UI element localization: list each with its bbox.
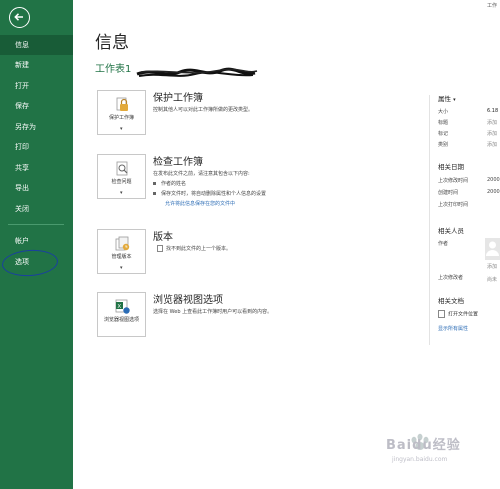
bullet-text: 作者的姓名	[161, 181, 187, 187]
watermark-url: jingyan.baidu.com	[392, 456, 448, 463]
last-modified-by-value: 尚未	[487, 277, 498, 283]
section-title: 浏览器视图选项	[153, 295, 223, 306]
nav-info[interactable]: 信息	[0, 35, 73, 55]
date-value: 2000	[487, 177, 500, 183]
allow-save-info-link[interactable]: 允许将此信息保存在您的文件中	[165, 200, 235, 207]
nav-close[interactable]: 关闭	[0, 199, 73, 219]
folder-icon	[438, 310, 445, 318]
bullet-icon	[153, 192, 156, 195]
protect-workbook-button[interactable]: 保护工作簿 ▾	[97, 90, 146, 135]
section-title: 检查工作簿	[153, 157, 203, 168]
nav-divider	[8, 224, 64, 225]
tags-field[interactable]: 添加	[487, 130, 497, 137]
category-field[interactable]: 添加	[487, 141, 497, 148]
check-for-issues-button-label: 检查问题	[111, 179, 132, 185]
document-name: 工作表1	[95, 64, 132, 75]
date-label: 上次修改时间	[438, 178, 469, 184]
author-label: 作者	[438, 241, 449, 247]
section-description: 控制其他人可以对此工作簿所做的更改类型。	[153, 107, 254, 113]
redaction-scribble	[136, 67, 258, 77]
date-value: 2000	[487, 189, 500, 195]
browser-view-options-button[interactable]: X 浏览器视图选项	[97, 292, 146, 337]
pane-divider	[429, 95, 430, 345]
backstage-sidebar: 信息 新建 打开 保存 另存为 打印 共享 导出 关闭 帐户 选项	[0, 0, 73, 489]
description-text: 找不到此文件的上一个版本。	[166, 246, 232, 252]
list-item: 作者的姓名	[153, 180, 186, 187]
nav-account[interactable]: 帐户	[0, 231, 73, 251]
property-label: 大小	[438, 109, 449, 115]
manage-versions-button[interactable]: 管理版本 ▾	[97, 229, 146, 274]
nav-save[interactable]: 保存	[0, 96, 73, 116]
section-title: 版本	[153, 232, 173, 243]
properties-header-label: 属性	[438, 95, 451, 103]
properties-pane: 工作 属性 ▾ 大小 6.18 标题 添加 标记 添加 类别 添加 相关日期 上…	[437, 0, 500, 489]
list-item: 保存文件时，将自动删除属性和个人信息的设置	[153, 190, 266, 197]
nav-print[interactable]: 打印	[0, 137, 73, 157]
manage-versions-button-label: 管理版本	[111, 254, 132, 260]
show-all-properties-link[interactable]: 显示所有属性	[438, 325, 468, 332]
section-description: 选择在 Web 上查看此工作簿时用户可以看到的内容。	[153, 309, 273, 315]
title-field[interactable]: 添加	[487, 119, 497, 126]
chevron-down-icon: ▾	[453, 97, 456, 103]
protect-workbook-button-label: 保护工作簿	[108, 115, 134, 121]
inspect-document-icon	[116, 161, 128, 176]
chevron-down-icon: ▾	[120, 265, 123, 271]
page-title: 信息	[95, 33, 129, 53]
properties-header[interactable]: 属性 ▾	[438, 93, 456, 103]
add-author-field[interactable]: 添加	[487, 263, 497, 270]
browser-view-options-button-label: 浏览器视图选项	[103, 317, 139, 323]
property-label: 标记	[438, 131, 449, 137]
property-label: 类别	[438, 142, 449, 148]
section-description: 在发布此文件之前，请注意其包含以下内容:	[153, 171, 250, 177]
nav-save-as[interactable]: 另存为	[0, 117, 73, 137]
property-label: 标题	[438, 120, 449, 126]
avatar	[485, 238, 500, 260]
window-title: 工作	[487, 3, 498, 9]
document-small-icon	[157, 245, 163, 252]
date-label: 上次打印时间	[438, 202, 469, 208]
bullet-icon	[153, 182, 156, 185]
versions-icon	[115, 236, 130, 251]
nav-open[interactable]: 打开	[0, 76, 73, 96]
back-arrow-icon	[14, 13, 23, 21]
related-dates-header: 相关日期	[438, 163, 464, 171]
lock-icon	[116, 97, 128, 111]
section-description: 找不到此文件的上一个版本。	[157, 245, 231, 252]
check-for-issues-button[interactable]: 检查问题 ▾	[97, 154, 146, 199]
excel-web-icon: X	[115, 299, 130, 314]
nav-new[interactable]: 新建	[0, 55, 73, 75]
related-docs-header: 相关文档	[438, 297, 464, 305]
nav-export[interactable]: 导出	[0, 178, 73, 198]
svg-text:X: X	[117, 304, 121, 310]
chevron-down-icon: ▾	[120, 126, 123, 132]
section-title: 保护工作簿	[153, 93, 203, 104]
property-value: 6.18	[487, 108, 499, 114]
baidu-watermark: Baidu经验 jingyan.baidu.com	[372, 430, 492, 470]
open-file-location-label: 打开文件位置	[448, 311, 479, 318]
date-label: 创建时间	[438, 190, 459, 196]
chevron-down-icon: ▾	[120, 190, 123, 196]
back-button[interactable]	[9, 7, 30, 28]
last-modified-by-label: 上次修改者	[438, 275, 464, 281]
related-people-header: 相关人员	[438, 227, 464, 235]
nav-share[interactable]: 共享	[0, 158, 73, 178]
open-file-location-button[interactable]: 打开文件位置	[438, 310, 478, 318]
watermark-text: Baidu经验	[386, 438, 461, 453]
info-pane: 信息 工作表1 保护工作簿 ▾ 保护工作簿 控制其他人可以对此工作簿所做的更改类…	[73, 0, 500, 489]
bullet-text: 保存文件时，将自动删除属性和个人信息的设置	[161, 191, 267, 197]
